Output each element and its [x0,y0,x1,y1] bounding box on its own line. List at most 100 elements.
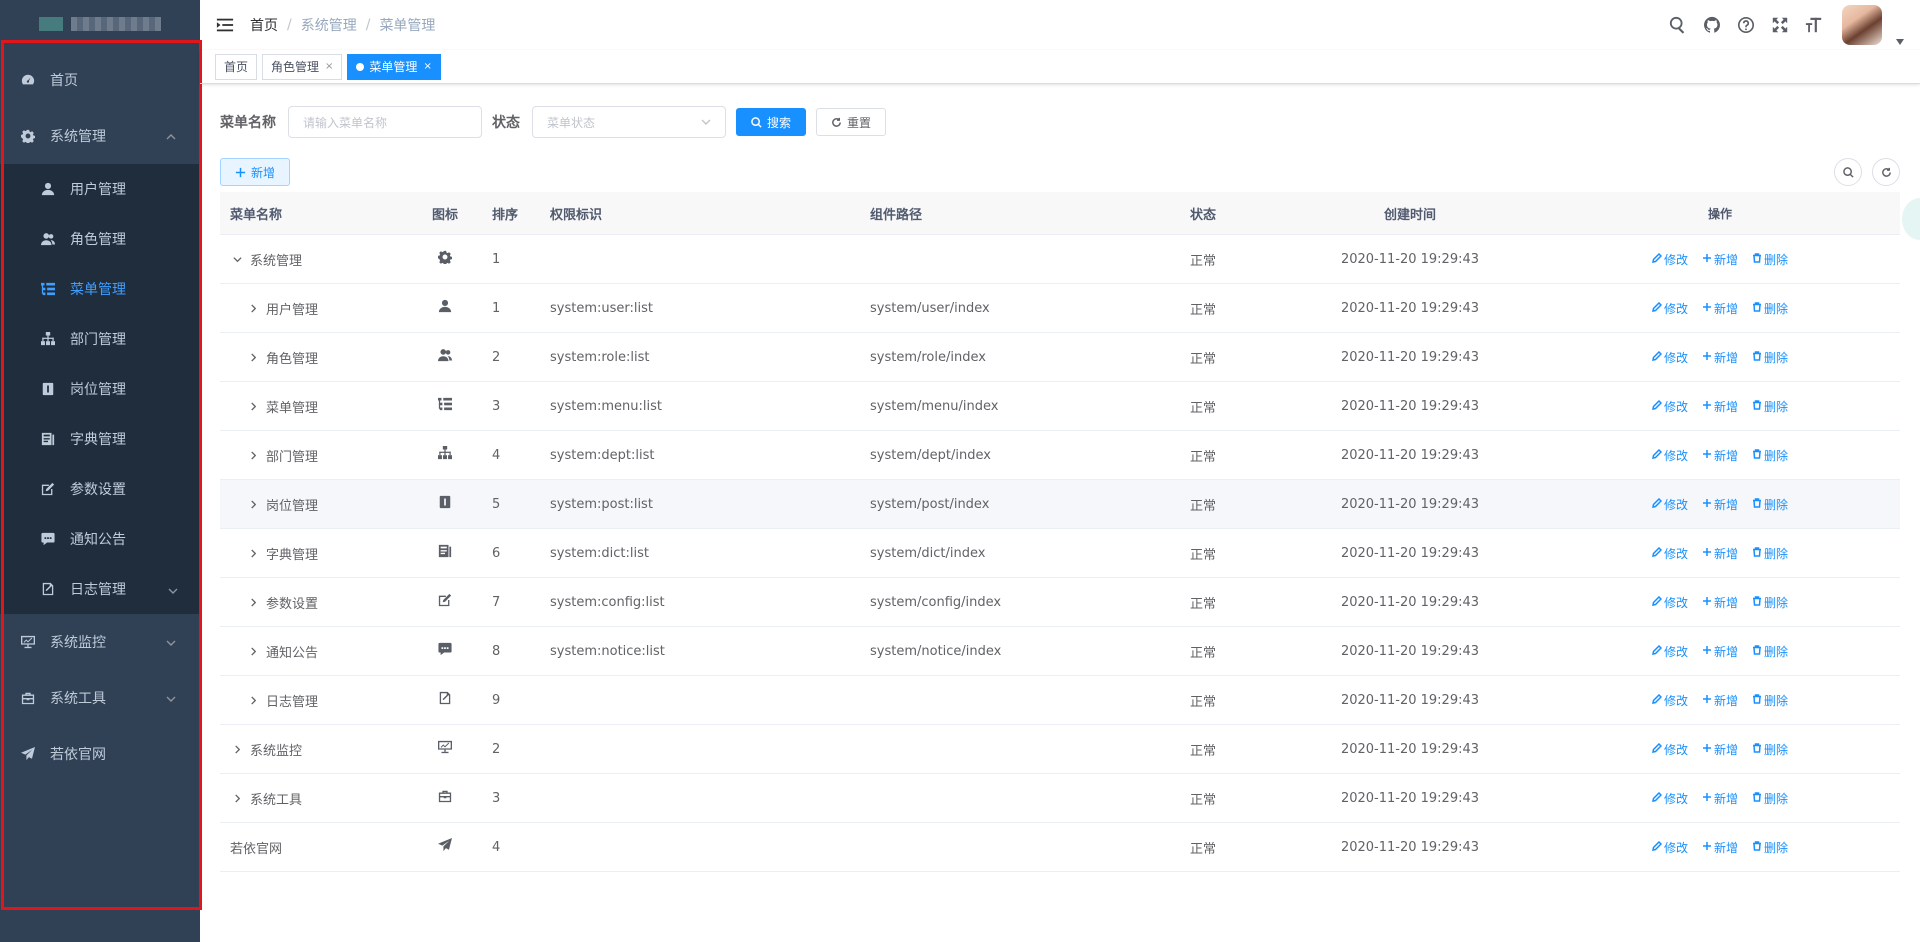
cell-icon [408,250,482,268]
add-link[interactable]: 新增 [1702,349,1738,366]
add-link[interactable]: 新增 [1702,251,1738,268]
hamburger-toggle[interactable] [200,0,250,50]
delete-link[interactable]: 删除 [1752,300,1788,317]
search-form: 菜单名称 请输入菜单名称 状态 菜单状态 搜索 重置 [220,106,1900,138]
table-row: 菜单管理 3 system:menu:list system/menu/index 正常… [220,382,1900,431]
edit-link[interactable]: 修改 [1652,594,1688,611]
avatar[interactable] [1842,5,1882,45]
plus-icon [1702,595,1712,609]
delete-link[interactable]: 删除 [1752,594,1788,611]
edit-link[interactable]: 修改 [1652,496,1688,513]
expand-arrow-icon[interactable] [246,448,260,462]
cell-permission: system:config:list [550,594,665,610]
cell-permission: system:role:list [550,349,650,365]
navbar-right-menu [1668,0,1904,50]
font-size-icon[interactable] [1804,15,1824,35]
search-button[interactable]: 搜索 [736,108,807,136]
delete-link[interactable]: 删除 [1752,349,1788,366]
add-link[interactable]: 新增 [1702,300,1738,317]
cell-order: 3 [492,398,501,414]
cell-permission: system:notice:list [550,643,665,659]
question-icon[interactable] [1736,15,1756,35]
edit-link[interactable]: 修改 [1652,447,1688,464]
add-link[interactable]: 新增 [1702,790,1738,807]
delete-link[interactable]: 删除 [1752,251,1788,268]
delete-link[interactable]: 删除 [1752,839,1788,856]
cell-menu-name: 系统管理 [220,250,408,269]
delete-link[interactable]: 删除 [1752,545,1788,562]
breadcrumb-item[interactable]: 首页 [250,15,278,35]
tag-0[interactable]: 首页 [215,53,258,80]
close-icon[interactable]: × [325,61,333,72]
close-icon[interactable]: × [423,61,431,72]
refresh-button[interactable] [1872,158,1900,186]
add-link[interactable]: 新增 [1702,447,1738,464]
cell-order: 7 [492,594,501,610]
edit-link[interactable]: 修改 [1652,790,1688,807]
add-link[interactable]: 新增 [1702,545,1738,562]
menu-name-input[interactable]: 请输入菜单名称 [288,106,482,138]
github-icon[interactable] [1702,15,1722,35]
expand-arrow-icon[interactable] [230,742,244,756]
edit-link[interactable]: 修改 [1652,839,1688,856]
collapse-arrow-icon[interactable] [230,252,244,266]
plus-icon [1702,546,1712,560]
expand-arrow-icon[interactable] [246,546,260,560]
expand-arrow-icon[interactable] [246,350,260,364]
edit-link[interactable]: 修改 [1652,741,1688,758]
menu-name-text: 角色管理 [266,351,319,367]
expand-arrow-icon[interactable] [246,301,260,315]
delete-link[interactable]: 删除 [1752,790,1788,807]
delete-link[interactable]: 删除 [1752,496,1788,513]
cell-create-time: 2020-11-20 19:29:43 [1340,398,1480,414]
tag-2[interactable]: 菜单管理 × [347,53,441,80]
edit-link[interactable]: 修改 [1652,349,1688,366]
delete-link-label: 删除 [1764,399,1789,414]
add-link[interactable]: 新增 [1702,398,1738,415]
cell-create-time: 2020-11-20 19:29:43 [1340,251,1480,267]
add-link[interactable]: 新增 [1702,594,1738,611]
tag-1[interactable]: 角色管理 × [262,53,343,80]
fullscreen-icon[interactable] [1770,15,1790,35]
expand-arrow-icon[interactable] [230,791,244,805]
table-row: 系统管理 1 正常 2020-11-20 19:29:43 修改 新增 删除 [220,235,1900,284]
add-link[interactable]: 新增 [1702,643,1738,660]
edit-link[interactable]: 修改 [1652,545,1688,562]
edit-link[interactable]: 修改 [1652,643,1688,660]
reset-button-label: 重置 [847,115,872,130]
cell-icon [408,789,482,807]
edit-link[interactable]: 修改 [1652,251,1688,268]
cell-menu-name: 字典管理 [220,544,408,563]
add-link-label: 新增 [1713,742,1738,757]
add-link[interactable]: 新增 [1702,741,1738,758]
menu-name-text: 系统监控 [250,743,303,759]
cell-create-time: 2020-11-20 19:29:43 [1340,300,1480,316]
delete-link[interactable]: 删除 [1752,643,1788,660]
expand-arrow-icon[interactable] [246,497,260,511]
expand-arrow-icon[interactable] [246,595,260,609]
delete-link[interactable]: 删除 [1752,447,1788,464]
add-link[interactable]: 新增 [1702,692,1738,709]
expand-arrow-icon[interactable] [246,644,260,658]
menu-name-text: 部门管理 [266,449,319,465]
edit-link[interactable]: 修改 [1652,300,1688,317]
caret-down-icon[interactable] [1896,33,1904,45]
expand-arrow-icon[interactable] [246,399,260,413]
delete-link[interactable]: 删除 [1752,741,1788,758]
edit-link[interactable]: 修改 [1652,398,1688,415]
cell-operations: 修改 新增 删除 [1540,741,1900,758]
delete-link-label: 删除 [1764,497,1789,512]
cell-menu-name: 参数设置 [220,593,408,612]
add-button[interactable]: 新增 [220,158,291,186]
log-icon [438,691,452,709]
reset-button[interactable]: 重置 [816,108,887,136]
toggle-search-button[interactable] [1834,158,1862,186]
add-link[interactable]: 新增 [1702,839,1738,856]
edit-link[interactable]: 修改 [1652,692,1688,709]
expand-arrow-icon[interactable] [246,693,260,707]
delete-link[interactable]: 删除 [1752,692,1788,709]
delete-link[interactable]: 删除 [1752,398,1788,415]
search-icon[interactable] [1668,15,1688,35]
add-link[interactable]: 新增 [1702,496,1738,513]
status-select[interactable]: 菜单状态 [532,106,726,138]
